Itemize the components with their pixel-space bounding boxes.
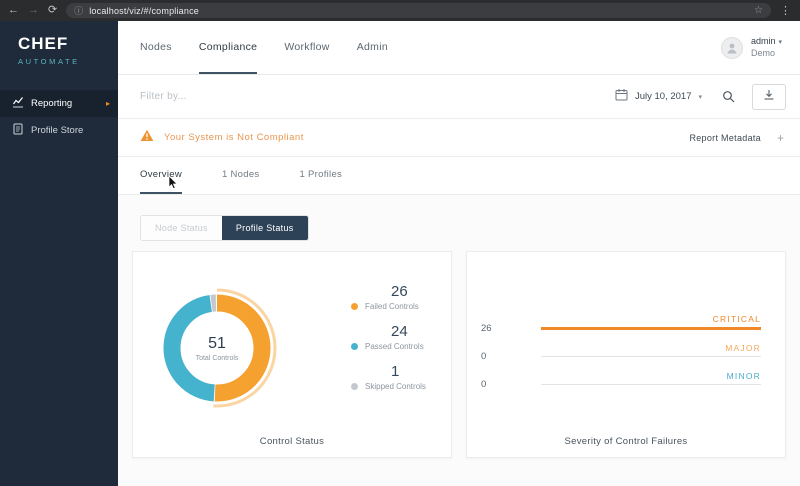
logo-chef: CHEF bbox=[18, 34, 69, 53]
severity-label: MINOR bbox=[726, 370, 761, 381]
search-icon[interactable] bbox=[722, 90, 736, 104]
main-area: Nodes Compliance Workflow Admin admin ▾ D… bbox=[118, 21, 800, 486]
browser-menu-icon[interactable]: ⋮ bbox=[780, 4, 792, 17]
calendar-icon bbox=[615, 88, 628, 106]
status-toggle-group: Node Status Profile Status bbox=[140, 215, 309, 241]
severity-line: MAJOR bbox=[541, 343, 761, 357]
severity-row-critical: 26 CRITICAL bbox=[481, 314, 761, 334]
browser-back-icon[interactable]: ← bbox=[8, 5, 19, 16]
severity-row-major: 0 MAJOR bbox=[481, 343, 761, 362]
download-icon bbox=[763, 88, 775, 106]
nav-tab-admin[interactable]: Admin bbox=[357, 21, 388, 74]
filter-bar: July 10, 2017 ▾ bbox=[118, 75, 800, 119]
severity-value: 0 bbox=[481, 350, 487, 362]
top-navigation: Nodes Compliance Workflow Admin admin ▾ D… bbox=[118, 21, 800, 75]
sidebar-item-label: Profile Store bbox=[31, 125, 84, 136]
severity-card: 26 CRITICAL 0 MAJOR 0 MINOR Severity of … bbox=[466, 251, 786, 458]
total-controls-label: Total Controls bbox=[195, 354, 239, 362]
control-status-donut: 51 Total Controls bbox=[147, 278, 287, 418]
legend-label: Failed Controls bbox=[365, 302, 419, 311]
nav-tab-compliance[interactable]: Compliance bbox=[198, 21, 258, 74]
avatar bbox=[720, 36, 743, 59]
bookmark-star-icon[interactable]: ☆ bbox=[754, 5, 763, 16]
sidebar: CHEF AUTOMATE Reporting ▸ Profile Store bbox=[0, 21, 118, 486]
report-metadata-toggle[interactable]: Report Metadata + bbox=[689, 131, 784, 145]
chart-cards: 51 Total Controls 26 Failed Controls 24 … bbox=[132, 251, 786, 458]
browser-reload-icon[interactable]: ⟳ bbox=[48, 5, 57, 16]
download-report-button[interactable] bbox=[752, 83, 786, 110]
chevron-right-icon: ▸ bbox=[105, 99, 110, 108]
date-picker[interactable]: July 10, 2017 ▾ bbox=[615, 88, 702, 106]
control-status-caption: Control Status bbox=[259, 436, 325, 447]
compliance-banner: Your System is Not Compliant Report Meta… bbox=[118, 119, 800, 157]
profile-status-toggle[interactable]: Profile Status bbox=[221, 216, 308, 240]
severity-caption: Severity of Control Failures bbox=[564, 436, 688, 447]
compliance-status-message: Your System is Not Compliant bbox=[164, 132, 304, 143]
severity-line: CRITICAL bbox=[541, 314, 761, 330]
severity-bar bbox=[541, 326, 761, 330]
chef-automate-logo: CHEF AUTOMATE bbox=[0, 21, 118, 66]
user-names: admin ▾ Demo bbox=[751, 36, 782, 59]
donut-center: 51 Total Controls bbox=[147, 278, 287, 418]
skipped-controls-count: 1 bbox=[391, 363, 400, 380]
severity-value: 0 bbox=[481, 378, 487, 390]
sidebar-item-profile-store[interactable]: Profile Store bbox=[0, 117, 118, 144]
severity-label: MAJOR bbox=[725, 342, 761, 353]
legend-dot bbox=[351, 343, 358, 350]
severity-line: MINOR bbox=[541, 371, 761, 385]
legend-label: Passed Controls bbox=[365, 342, 424, 351]
browser-address-bar[interactable]: ⓘ localhost/viz/#/compliance ☆ bbox=[66, 3, 771, 18]
severity-row-minor: 0 MINOR bbox=[481, 371, 761, 390]
control-status-body: 51 Total Controls 26 Failed Controls 24 … bbox=[133, 252, 451, 418]
page-info-icon[interactable]: ⓘ bbox=[74, 4, 83, 17]
chevron-down-icon: ▾ bbox=[778, 39, 782, 46]
legend-item-failed: 26 Failed Controls bbox=[351, 284, 426, 311]
sidebar-menu: Reporting ▸ Profile Store bbox=[0, 90, 118, 144]
severity-bar bbox=[541, 355, 761, 357]
legend-item-passed: 24 Passed Controls bbox=[351, 324, 426, 351]
logo-automate: AUTOMATE bbox=[18, 57, 80, 66]
tab-overview[interactable]: Overview bbox=[140, 157, 182, 194]
node-status-toggle[interactable]: Node Status bbox=[141, 216, 222, 240]
user-org: Demo bbox=[750, 47, 775, 58]
filter-input[interactable] bbox=[140, 91, 605, 102]
legend-item-skipped: 1 Skipped Controls bbox=[351, 364, 426, 391]
profile-store-icon bbox=[12, 123, 24, 138]
browser-chrome: ← → ⟳ ⓘ localhost/viz/#/compliance ☆ ⋮ bbox=[0, 0, 800, 21]
chevron-down-icon: ▾ bbox=[698, 93, 702, 101]
passed-controls-count: 24 bbox=[391, 323, 408, 340]
tab-profiles[interactable]: 1 Profiles bbox=[299, 157, 342, 194]
browser-forward-icon[interactable]: → bbox=[28, 5, 39, 16]
nav-tab-workflow[interactable]: Workflow bbox=[284, 21, 329, 74]
total-controls-value: 51 bbox=[208, 334, 226, 352]
tab-nodes[interactable]: 1 Nodes bbox=[222, 157, 259, 194]
severity-value: 26 bbox=[481, 322, 492, 334]
severity-bar bbox=[541, 383, 761, 385]
legend-dot bbox=[351, 303, 358, 310]
warning-icon bbox=[140, 129, 154, 147]
user-menu[interactable]: admin ▾ Demo bbox=[720, 21, 782, 74]
legend-label: Skipped Controls bbox=[365, 382, 426, 391]
donut-legend: 26 Failed Controls 24 Passed Controls 1 … bbox=[351, 272, 426, 418]
failed-controls-count: 26 bbox=[391, 283, 408, 300]
severity-body: 26 CRITICAL 0 MAJOR 0 MINOR bbox=[467, 252, 785, 390]
overview-content: Node Status Profile Status 51 Total Cont… bbox=[118, 195, 800, 486]
user-name: admin ▾ bbox=[750, 36, 782, 46]
plus-icon[interactable]: + bbox=[777, 131, 784, 145]
app-window: ← → ⟳ ⓘ localhost/viz/#/compliance ☆ ⋮ C… bbox=[0, 0, 800, 486]
url-text: localhost/viz/#/compliance bbox=[89, 5, 199, 16]
severity-label: CRITICAL bbox=[712, 313, 761, 324]
control-status-card: 51 Total Controls 26 Failed Controls 24 … bbox=[132, 251, 452, 458]
date-label: July 10, 2017 bbox=[634, 91, 692, 102]
report-metadata-label: Report Metadata bbox=[689, 132, 761, 143]
sidebar-item-label: Reporting bbox=[31, 98, 73, 109]
nav-tab-nodes[interactable]: Nodes bbox=[140, 21, 172, 74]
reporting-chart-icon bbox=[12, 96, 24, 111]
sidebar-item-reporting[interactable]: Reporting ▸ bbox=[0, 90, 118, 117]
report-tabs: Overview 1 Nodes 1 Profiles bbox=[118, 157, 800, 195]
legend-dot bbox=[351, 383, 358, 390]
